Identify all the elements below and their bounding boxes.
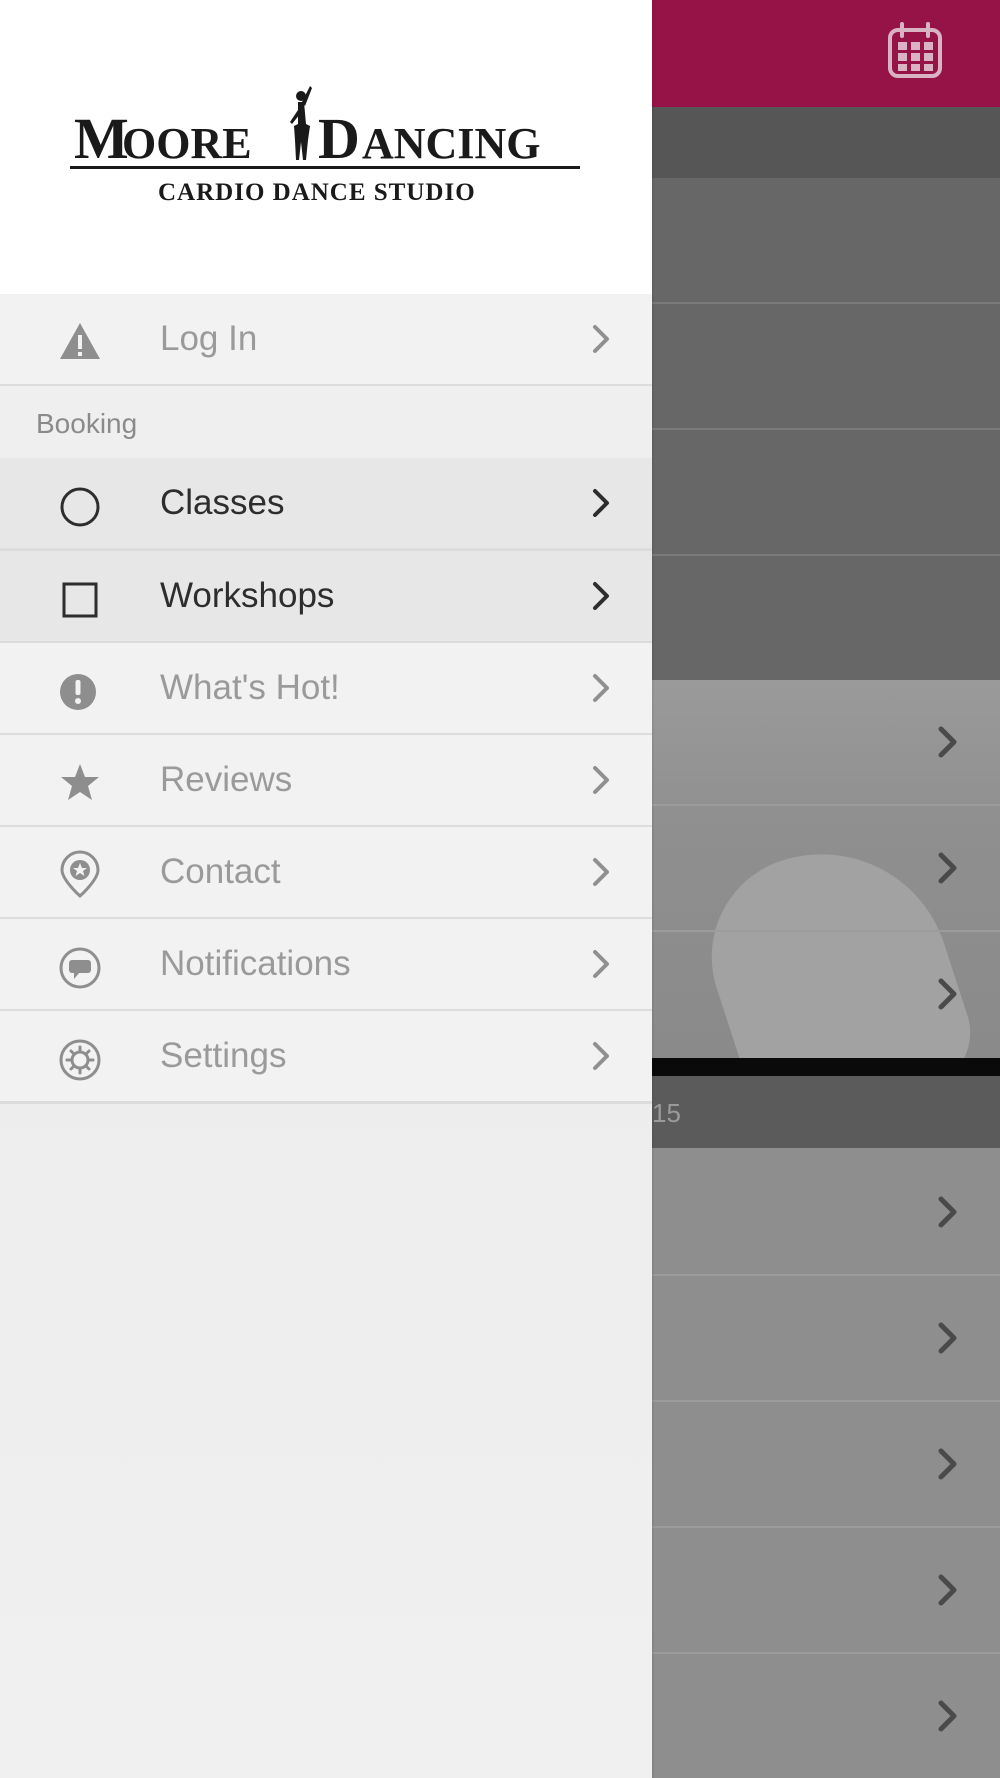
svg-text:D: D xyxy=(318,106,360,171)
section-header-label: Booking xyxy=(36,408,138,439)
svg-text:ANCING: ANCING xyxy=(362,119,540,168)
menu-item-login[interactable]: Log In xyxy=(0,294,652,387)
menu-item-contact[interactable]: Contact xyxy=(0,827,652,920)
menu-item-settings[interactable]: Settings xyxy=(0,1011,652,1104)
navigation-drawer: M OORE D ANCING CARDIO DANCE STUDIO Log … xyxy=(0,0,652,1778)
menu-item-label: Notifications xyxy=(160,944,351,983)
chevron-right-icon xyxy=(938,1322,957,1354)
chevron-right-icon xyxy=(593,950,609,978)
menu-item-workshops[interactable]: Workshops xyxy=(0,551,652,644)
menu-item-label: What's Hot! xyxy=(160,668,340,707)
menu-item-label: Reviews xyxy=(160,760,293,799)
chevron-right-icon xyxy=(938,726,957,758)
star-icon xyxy=(61,764,99,800)
menu-item-label: Settings xyxy=(160,1036,287,1075)
chevron-right-icon xyxy=(938,1448,957,1480)
svg-text:M: M xyxy=(74,106,129,171)
chevron-right-icon xyxy=(593,858,609,886)
gear-icon xyxy=(59,1039,101,1081)
svg-text:CARDIO DANCE STUDIO: CARDIO DANCE STUDIO xyxy=(158,179,476,206)
chevron-right-icon xyxy=(593,1042,609,1070)
logo-area: M OORE D ANCING CARDIO DANCE STUDIO xyxy=(0,0,652,294)
chevron-right-icon xyxy=(593,674,609,702)
date-section-label: 15 xyxy=(652,1098,681,1128)
menu-item-label: Workshops xyxy=(160,576,335,615)
moore-dancing-logo: M OORE D ANCING CARDIO DANCE STUDIO xyxy=(70,86,580,206)
chevron-right-icon xyxy=(938,1700,957,1732)
chevron-right-icon xyxy=(938,978,957,1010)
map-pin-icon xyxy=(60,850,100,898)
calendar-icon[interactable] xyxy=(884,20,946,82)
menu-item-label: Log In xyxy=(160,319,258,358)
chevron-right-icon xyxy=(938,852,957,884)
menu-item-notifications[interactable]: Notifications xyxy=(0,919,652,1012)
chevron-right-icon xyxy=(593,489,609,517)
chevron-right-icon xyxy=(938,1196,957,1228)
square-icon xyxy=(62,582,98,618)
chat-bubble-icon xyxy=(59,947,101,989)
circle-icon xyxy=(60,487,100,527)
menu-item-label: Classes xyxy=(160,483,285,522)
svg-text:OORE: OORE xyxy=(122,119,252,168)
menu-item-classes[interactable]: Classes xyxy=(0,458,652,551)
warning-icon xyxy=(60,323,100,359)
exclamation-icon xyxy=(60,674,96,710)
menu-item-whats-hot[interactable]: What's Hot! xyxy=(0,643,652,736)
chevron-right-icon xyxy=(593,325,609,353)
chevron-right-icon xyxy=(593,766,609,794)
chevron-right-icon xyxy=(938,1574,957,1606)
menu-item-label: Contact xyxy=(160,852,281,891)
section-header-booking: Booking xyxy=(0,386,652,460)
chevron-right-icon xyxy=(593,582,609,610)
menu-item-reviews[interactable]: Reviews xyxy=(0,735,652,828)
